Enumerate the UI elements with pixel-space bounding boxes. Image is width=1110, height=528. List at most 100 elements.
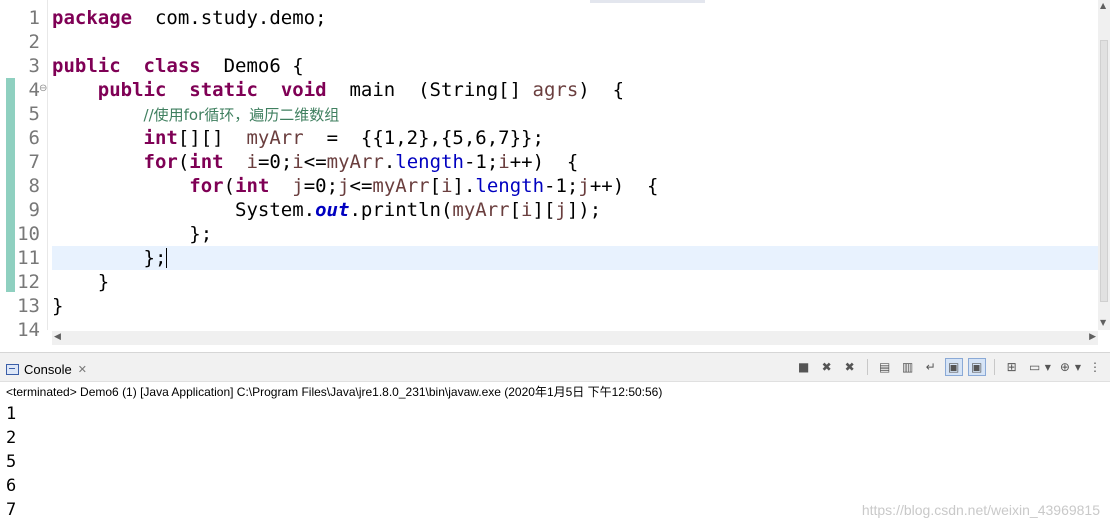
code-token: ++) { (509, 151, 579, 173)
console-tab[interactable]: Console ✕ (6, 359, 87, 379)
line-number: 5 (28, 103, 40, 125)
vertical-scrollbar[interactable]: ▲ ▼ (1098, 0, 1110, 330)
code-token: myArr (326, 151, 384, 173)
code-token: j (292, 175, 304, 197)
code-token: ( (223, 175, 236, 197)
code-line[interactable]: 8 for(int j=0;j<=myArr[i].length-1;j++) … (0, 174, 1098, 198)
code-text: }; (52, 222, 212, 246)
code-token: ]. (452, 175, 476, 197)
line-number: 11 (17, 247, 40, 269)
scroll-lock-icon[interactable]: ▥ (899, 358, 917, 376)
code-line[interactable]: 7 for(int i=0;i<=myArr.length-1;i++) { (0, 150, 1098, 174)
view-menu-icon[interactable]: ⋮ (1086, 358, 1104, 376)
toolbar-separator (866, 359, 868, 375)
open-console-icon[interactable]: ⊕ (1056, 358, 1074, 376)
vertical-scroll-thumb[interactable] (1100, 40, 1108, 302)
code-token: } (52, 295, 64, 317)
code-text: public static void main (String[] agrs) … (52, 78, 624, 102)
code-text: } (52, 270, 109, 294)
console-icon (6, 363, 19, 375)
code-line[interactable]: 1 package com.study.demo; (0, 6, 1098, 30)
chevron-down-icon[interactable]: ▼ (1045, 363, 1051, 372)
text-caret (166, 248, 168, 268)
code-token: //使用for循环，遍历二维数组 (143, 106, 340, 124)
scroll-left-icon[interactable]: ◀ (54, 332, 61, 342)
code-line[interactable]: 11 }; (0, 246, 1098, 270)
code-token: public (52, 55, 121, 77)
pin-console-icon[interactable]: ⊞ (1003, 358, 1021, 376)
code-token: j (578, 175, 590, 197)
console-output[interactable]: 1 2 5 6 7 (6, 402, 16, 522)
code-token: . (383, 151, 396, 173)
code-token: out (315, 199, 350, 221)
collapse-fold-icon[interactable]: ⊖ (39, 84, 47, 94)
code-token: static (189, 79, 258, 101)
code-token: -1; (463, 151, 499, 173)
code-token: }; (52, 223, 213, 245)
code-line[interactable]: 13} (0, 294, 1098, 318)
code-editor[interactable]: 1 package com.study.demo; 2 3 public class D… (0, 0, 1110, 350)
scroll-down-icon[interactable]: ▼ (1100, 318, 1106, 327)
code-token: package (52, 7, 133, 29)
toolbar-separator (993, 359, 995, 375)
current-line-highlight (52, 246, 1098, 270)
code-line[interactable]: 9 System.out.println(myArr[i][j]); (0, 198, 1098, 222)
console-view-header: Console ✕ ■ ✖ ✖ ▤ ▥ ↵ ▣ ▣ ⊞ ▭ ▼ ⊕ ▼ ⋮ (0, 352, 1110, 382)
code-token: System. (52, 199, 316, 221)
code-line[interactable]: 12 } (0, 270, 1098, 294)
show-on-stderr-icon[interactable]: ▣ (967, 358, 986, 376)
code-text: System.out.println(myArr[i][j]); (52, 198, 601, 222)
code-line[interactable]: 2 (0, 30, 1098, 54)
code-token: <= (349, 175, 373, 197)
code-token: ++) { (589, 175, 659, 197)
code-token: agrs (532, 79, 579, 101)
remove-all-launches-icon[interactable]: ✖ (841, 358, 859, 376)
remove-launch-icon[interactable]: ✖ (818, 358, 836, 376)
code-token: }; (52, 247, 167, 269)
close-icon[interactable]: ✕ (78, 363, 87, 376)
line-number: 4 (28, 79, 40, 101)
code-line[interactable]: 6 int[][] myArr = {{1,2},{5,6,7}}; (0, 126, 1098, 150)
console-output-line: 2 (6, 428, 17, 448)
code-token: class (143, 55, 201, 77)
code-token: } (52, 271, 110, 293)
clear-console-icon[interactable]: ▤ (876, 358, 894, 376)
code-text: package com.study.demo; (52, 6, 327, 30)
console-output-line: 7 (6, 500, 17, 520)
code-line[interactable]: 3 public class Demo6 { (0, 54, 1098, 78)
horizontal-scrollbar[interactable]: ◀ ▶ (52, 331, 1098, 345)
line-number: 14 (17, 319, 40, 341)
line-number: 3 (28, 55, 40, 77)
code-line[interactable]: 4 ⊖ public static void main (String[] agr… (0, 78, 1098, 102)
code-text: } (52, 294, 63, 318)
code-line[interactable]: 10 }; (0, 222, 1098, 246)
console-tab-label: Console (24, 361, 72, 377)
scroll-up-icon[interactable]: ▲ (1100, 1, 1106, 10)
code-token: = {{1,2},{5,6,7}}; (303, 127, 544, 149)
display-selected-console-icon[interactable]: ▭ (1026, 358, 1044, 376)
chevron-down-icon[interactable]: ▼ (1075, 363, 1081, 372)
code-line[interactable]: 5 //使用for循环，遍历二维数组 (0, 102, 1098, 126)
code-token: myArr (246, 127, 304, 149)
code-token: .println( (349, 199, 453, 221)
terminate-icon[interactable]: ■ (795, 358, 813, 376)
code-token: [ (509, 199, 522, 221)
code-token: myArr (372, 175, 430, 197)
code-token: com.study.demo; (132, 7, 327, 29)
code-token: i (292, 151, 304, 173)
code-token: ][ (532, 199, 556, 221)
code-token: =0; (257, 151, 293, 173)
code-token: =0; (303, 175, 339, 197)
show-on-stdout-icon[interactable]: ▣ (944, 358, 963, 376)
scroll-right-icon[interactable]: ▶ (1089, 332, 1096, 342)
word-wrap-icon[interactable]: ↵ (922, 358, 940, 376)
console-output-line: 6 (6, 476, 17, 496)
code-token: i (441, 175, 453, 197)
